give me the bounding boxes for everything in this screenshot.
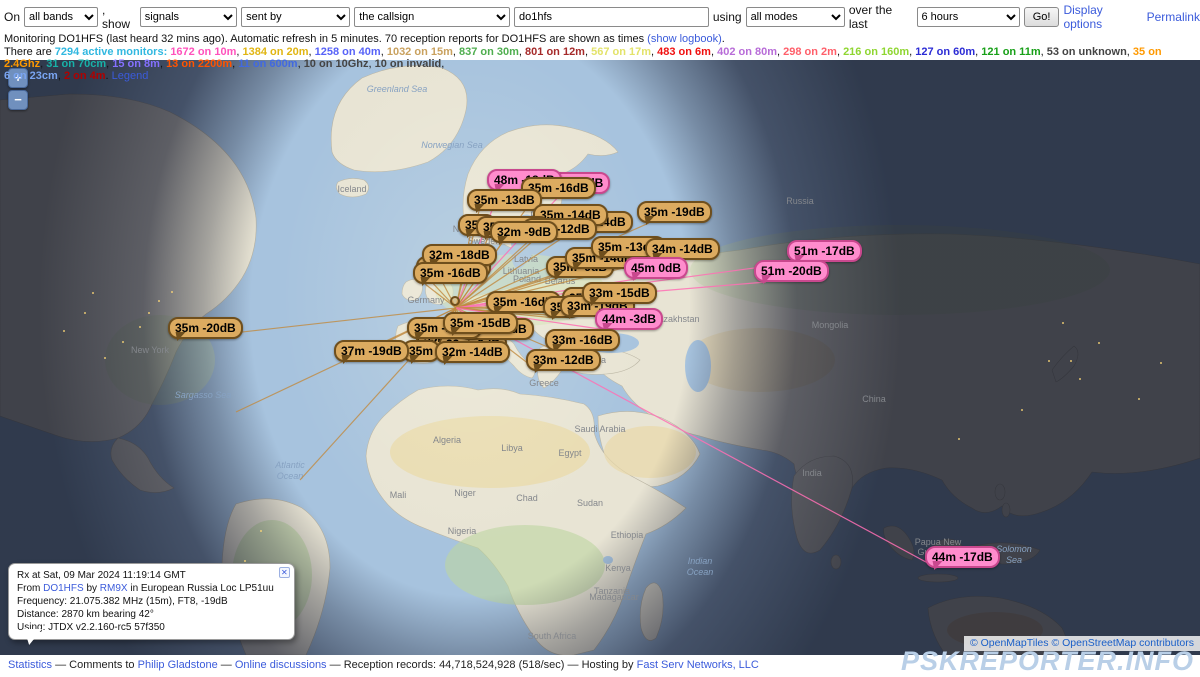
monitor-count: 216 on 160m bbox=[843, 46, 909, 58]
monitor-count: 53 on unknown bbox=[1047, 46, 1127, 58]
callsign-input[interactable] bbox=[514, 7, 709, 27]
popup-rx-line: Rx at Sat, 09 Mar 2024 11:19:14 GMT bbox=[17, 569, 274, 582]
monitoring-status: Monitoring DO1HFS (last heard 32 mins ag… bbox=[0, 32, 1200, 45]
report-balloon[interactable]: 51m -20dB bbox=[754, 260, 829, 282]
display-options-link[interactable]: Display options bbox=[1063, 3, 1142, 31]
popup-using-line: Using: JTDX v2.2.160-rc5 57f350 bbox=[17, 621, 274, 634]
monitor-count: 1258 on 40m bbox=[315, 46, 381, 58]
monitor-count: 127 on 60m bbox=[915, 46, 975, 58]
report-balloon[interactable]: 35m -16dB bbox=[413, 262, 488, 284]
monitor-count: 10 on invalid bbox=[375, 58, 442, 70]
monitor-count: 402 on 80m bbox=[717, 46, 777, 58]
monitor-count: 837 on 30m bbox=[459, 46, 519, 58]
popup-frequency-line: Frequency: 21.075.382 MHz (15m), FT8, -1… bbox=[17, 595, 274, 608]
receiver-callsign-link[interactable]: RM9X bbox=[100, 583, 128, 594]
monitor-count: 2 on 4m bbox=[64, 70, 106, 82]
monitor-count: 1672 on 10m bbox=[170, 46, 236, 58]
on-label: On bbox=[4, 10, 20, 24]
popup-distance-line: Distance: 2870 km bearing 42° bbox=[17, 608, 274, 621]
monitor-count: 567 on 17m bbox=[591, 46, 651, 58]
reception-records: Reception records: 44,718,524,928 (518/s… bbox=[344, 659, 565, 671]
period-select[interactable]: 6 hours bbox=[917, 7, 1020, 27]
hosting-link[interactable]: Fast Serv Networks, LLC bbox=[637, 659, 759, 671]
report-balloon[interactable]: 51m -17dB bbox=[787, 240, 862, 262]
report-balloon[interactable]: 35m -15dB bbox=[443, 312, 518, 334]
query-toolbar: On all bands , show signals sent by the … bbox=[0, 0, 1200, 32]
report-balloon[interactable]: 35m -20dB bbox=[168, 317, 243, 339]
signals-select[interactable]: signals bbox=[140, 7, 237, 27]
monitor-count: 1384 on 20m bbox=[242, 46, 308, 58]
go-button[interactable]: Go! bbox=[1024, 7, 1060, 27]
zoom-out-button[interactable]: − bbox=[8, 90, 28, 110]
monitor-count: 15 on 8m bbox=[112, 58, 160, 70]
report-balloon[interactable]: 35m -13dB bbox=[467, 189, 542, 211]
popup-from-line: From DO1HFS by RM9X in European Russia L… bbox=[17, 582, 274, 595]
report-balloon[interactable]: 33m -15dB bbox=[582, 282, 657, 304]
permalink-link[interactable]: Permalink bbox=[1147, 10, 1200, 24]
pskreporter-watermark: PSKREPORTER.INFO bbox=[901, 646, 1194, 677]
monitor-count: 121 on 11m bbox=[981, 46, 1040, 58]
callsign-type-select[interactable]: the callsign bbox=[354, 7, 510, 27]
report-balloon[interactable]: 35m -19dB bbox=[637, 201, 712, 223]
monitor-count: 10 on 10Ghz bbox=[304, 58, 369, 70]
report-popup: ✕ Rx at Sat, 09 Mar 2024 11:19:14 GMT Fr… bbox=[8, 563, 295, 640]
world-map[interactable]: Greenland SeaNorwegian SeaSargasso SeaAt… bbox=[0, 60, 1200, 655]
report-balloon[interactable]: 33m -12dB bbox=[526, 349, 601, 371]
monitor-count: 13 on 2200m bbox=[166, 58, 232, 70]
report-balloon[interactable]: 32m -14dB bbox=[435, 341, 510, 363]
monitor-count: 6 on 23cm bbox=[4, 70, 58, 82]
close-icon[interactable]: ✕ bbox=[279, 567, 290, 578]
overlast-label: over the last bbox=[849, 3, 913, 31]
monitor-count: 1032 on 15m bbox=[387, 46, 453, 58]
monitor-count: 31 on 70cm bbox=[46, 58, 106, 70]
sender-marker[interactable] bbox=[450, 296, 460, 306]
monitor-count: 801 on 12m bbox=[525, 46, 585, 58]
philip-gladstone-link[interactable]: Philip Gladstone bbox=[138, 659, 218, 671]
show-label: , show bbox=[102, 3, 136, 31]
statistics-link[interactable]: Statistics bbox=[8, 659, 52, 671]
active-monitors-line: There are 7294 active monitors: 1672 on … bbox=[0, 45, 1200, 82]
report-balloon[interactable]: 37m -19dB bbox=[334, 340, 409, 362]
sender-callsign-link[interactable]: DO1HFS bbox=[43, 583, 84, 594]
report-balloon[interactable]: 33m -16dB bbox=[545, 329, 620, 351]
monitor-counts-row1: 1672 on 10m, 1384 on 20m, 1258 on 40m, 1… bbox=[4, 46, 1162, 70]
status-text: Monitoring DO1HFS (last heard 32 mins ag… bbox=[4, 33, 647, 45]
top-bar: On all bands , show signals sent by the … bbox=[0, 0, 1200, 60]
monitor-counts-row2: 6 on 23cm, 2 on 4m. bbox=[4, 70, 112, 82]
show-logbook-link[interactable]: (show logbook) bbox=[647, 33, 722, 45]
monitor-count: 298 on 2m bbox=[783, 46, 837, 58]
sentby-select[interactable]: sent by bbox=[241, 7, 350, 27]
report-balloon[interactable]: 45m 0dB bbox=[624, 257, 688, 279]
band-select[interactable]: all bands bbox=[24, 7, 98, 27]
report-balloon[interactable]: 32m -9dB bbox=[490, 221, 558, 243]
report-balloon[interactable]: 44m -17dB bbox=[925, 546, 1000, 568]
online-discussions-link[interactable]: Online discussions bbox=[235, 659, 327, 671]
monitor-count: 11 on 600m bbox=[238, 58, 297, 70]
modes-select[interactable]: all modes bbox=[746, 7, 845, 27]
report-balloon[interactable]: 44m -3dB bbox=[595, 308, 663, 330]
using-label: using bbox=[713, 10, 742, 24]
monitor-count: 483 on 6m bbox=[657, 46, 711, 58]
legend-link[interactable]: Legend bbox=[112, 70, 149, 82]
active-monitors-count: 7294 active monitors: bbox=[55, 46, 171, 58]
